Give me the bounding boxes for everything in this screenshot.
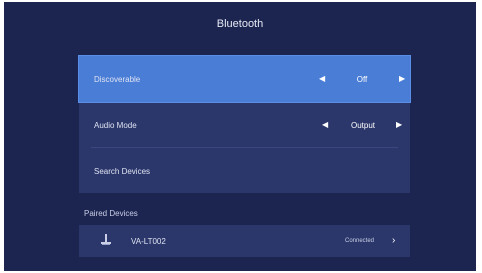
discoverable-value: Off <box>356 75 368 84</box>
audio-mode-label: Audio Mode <box>94 121 137 130</box>
discoverable-setting[interactable]: Discoverable ◀ Off ▶ <box>79 56 410 102</box>
device-name: VA-LT002 <box>131 237 166 246</box>
search-devices-setting[interactable]: Search Devices <box>79 148 410 194</box>
arrow-left-icon[interactable]: ◀ <box>322 120 328 130</box>
audio-mode-setting[interactable]: Audio Mode ◀ Output ▶ <box>79 102 410 148</box>
arrow-right-icon[interactable]: ▶ <box>396 120 402 130</box>
arrow-left-icon[interactable]: ◀ <box>319 74 325 84</box>
page-title: Bluetooth <box>216 18 264 30</box>
arrow-right-icon[interactable]: ▶ <box>399 74 405 84</box>
chevron-right-icon[interactable]: › <box>392 235 395 246</box>
device-status: Connected <box>345 238 375 244</box>
device-icon <box>101 234 111 248</box>
paired-device-item[interactable]: VA-LT002 Connected › <box>79 225 410 257</box>
paired-devices-header: Paired Devices <box>84 209 138 218</box>
search-devices-label: Search Devices <box>94 167 151 176</box>
settings-panel: Discoverable ◀ Off ▶ Audio Mode ◀ Output… <box>79 56 410 193</box>
discoverable-label: Discoverable <box>94 75 141 84</box>
bluetooth-screen: Bluetooth Discoverable ◀ Off ▶ Audio Mod… <box>4 2 476 271</box>
audio-mode-value: Output <box>350 121 375 130</box>
